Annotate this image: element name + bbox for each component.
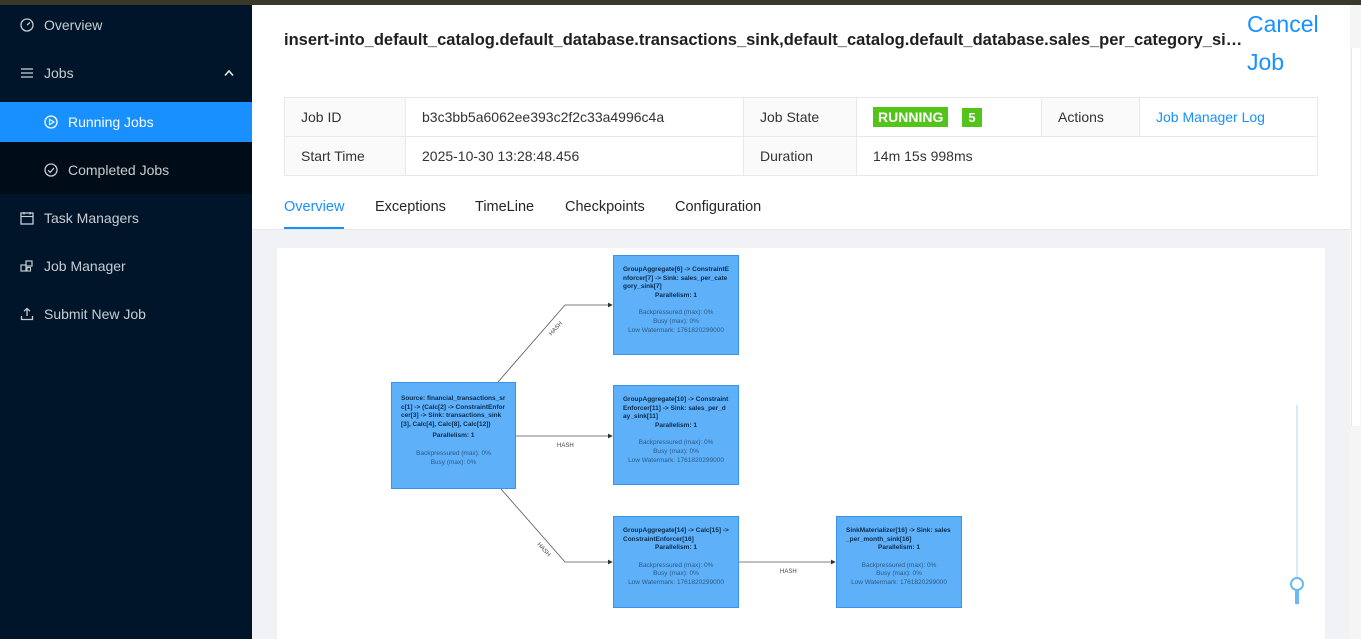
start-time-label: Start Time [284, 136, 406, 176]
node-parallelism: Parallelism: 1 [878, 544, 920, 552]
job-id-value: b3c3bb5a6062ee393c2f2c33a4996c4a [405, 97, 744, 137]
graph-node-category-aggregate[interactable]: GroupAggregate[6] -> ConstraintEnforcer[… [613, 255, 739, 355]
duration-label: Duration [743, 136, 857, 176]
job-state-label: Job State [743, 97, 857, 137]
node-metric: Backpressured (max): 0% [861, 561, 937, 569]
node-metric: Busy (max): 0% [653, 447, 699, 455]
duration-value: 14m 15s 998ms [856, 136, 1318, 176]
sidebar-item-task-managers[interactable]: Task Managers [0, 198, 252, 238]
list-icon [21, 68, 33, 78]
zoom-slider-fill [1295, 590, 1299, 604]
job-id-label: Job ID [284, 97, 406, 137]
sidebar-item-label: Completed Jobs [68, 162, 170, 178]
edge-label: HASH [557, 443, 574, 449]
dashboard-icon [20, 18, 34, 32]
schedule-icon [20, 212, 34, 225]
check-circle-icon [44, 163, 58, 177]
node-parallelism: Parallelism: 1 [432, 432, 475, 440]
graph-node-day-aggregate[interactable]: GroupAggregate[10] -> ConstraintEnforcer… [613, 385, 739, 485]
cluster-icon [20, 260, 33, 272]
node-parallelism: Parallelism: 1 [655, 421, 697, 429]
window-top-strip [0, 0, 1361, 5]
node-metric: Backpressured (max): 0% [638, 439, 714, 447]
node-name: SinkMaterializer[16] -> Sink: sales_per_… [846, 527, 951, 543]
actions-cell: Job Manager Log [1139, 97, 1318, 137]
sidebar-item-jobs[interactable]: Jobs [0, 53, 252, 93]
tab-checkpoints[interactable]: Checkpoints [565, 199, 645, 215]
node-metric: Backpressured (max): 0% [416, 449, 491, 457]
tab-exceptions[interactable]: Exceptions [375, 199, 446, 215]
sidebar-item-label: Job Manager [44, 258, 126, 274]
sidebar-item-overview[interactable]: Overview [0, 5, 252, 45]
sidebar-item-label: Running Jobs [68, 114, 154, 130]
node-metric: Busy (max): 0% [430, 458, 477, 466]
sidebar-item-running-jobs[interactable]: Running Jobs [0, 102, 252, 142]
node-metric: Busy (max): 0% [653, 570, 699, 578]
zoom-slider-track[interactable] [1296, 405, 1298, 605]
start-time-value: 2025-10-30 13:28:48.456 [405, 136, 744, 176]
node-parallelism: Parallelism: 1 [655, 544, 697, 552]
chevron-up-icon [224, 69, 234, 77]
actions-label: Actions [1041, 97, 1140, 137]
edge-label: HASH [780, 569, 797, 575]
tab-overview[interactable]: Overview [284, 199, 344, 215]
sidebar-item-submit-new-job[interactable]: Submit New Job [0, 294, 252, 334]
node-metric: Busy (max): 0% [876, 570, 922, 578]
upload-icon [20, 307, 34, 321]
play-circle-icon [44, 115, 58, 129]
graph-node-month-aggregate[interactable]: GroupAggregate[14] -> Calc[15] -> Constr… [613, 516, 739, 608]
sidebar: Overview Jobs Running Jobs Completed Job… [0, 5, 252, 639]
node-metric: Backpressured (max): 0% [638, 561, 714, 569]
zoom-slider-handle[interactable] [1290, 577, 1304, 591]
sidebar-item-label: Submit New Job [44, 306, 146, 322]
graph-node-sink-materializer[interactable]: SinkMaterializer[16] -> Sink: sales_per_… [836, 516, 962, 608]
node-metric: Low Watermark: 1761820299000 [628, 456, 724, 464]
node-metric: Backpressured (max): 0% [638, 309, 714, 317]
tab-timeline[interactable]: TimeLine [475, 199, 534, 215]
node-name: GroupAggregate[14] -> Calc[15] -> Constr… [623, 527, 729, 543]
sidebar-item-label: Overview [44, 17, 103, 33]
graph-node-source[interactable]: Source: financial_transactions_src[1] ->… [391, 382, 516, 489]
node-name: Source: financial_transactions_src[1] ->… [401, 395, 506, 428]
status-badge: RUNNING [873, 107, 949, 127]
node-metric: Low Watermark: 1761820299000 [851, 578, 947, 586]
sidebar-item-label: Jobs [44, 65, 74, 81]
cancel-job-button[interactable]: Cancel Job [1247, 5, 1343, 81]
task-count-badge: 5 [962, 108, 982, 127]
job-manager-log-link[interactable]: Job Manager Log [1156, 109, 1265, 125]
page-scrollbar-thumb[interactable] [1351, 48, 1360, 426]
job-details-table: Job ID b3c3bb5a6062ee393c2f2c33a4996c4a … [284, 97, 1318, 176]
node-name: GroupAggregate[6] -> ConstraintEnforcer[… [623, 266, 729, 291]
node-metric: Busy (max): 0% [653, 317, 699, 325]
node-name: GroupAggregate[10] -> ConstraintEnforcer… [623, 396, 729, 421]
tabs-divider [252, 229, 1350, 230]
sidebar-item-label: Task Managers [44, 210, 139, 226]
sidebar-item-job-manager[interactable]: Job Manager [0, 246, 252, 286]
sidebar-item-completed-jobs[interactable]: Completed Jobs [0, 150, 252, 190]
node-metric: Low Watermark: 1761820299000 [628, 326, 724, 334]
job-state-cell: RUNNING 5 [856, 97, 1042, 137]
node-metric: Low Watermark: 1761820299000 [628, 578, 724, 586]
tab-configuration[interactable]: Configuration [675, 199, 761, 215]
node-parallelism: Parallelism: 1 [655, 291, 697, 299]
page-title: insert-into_default_catalog.default_data… [284, 31, 1250, 49]
